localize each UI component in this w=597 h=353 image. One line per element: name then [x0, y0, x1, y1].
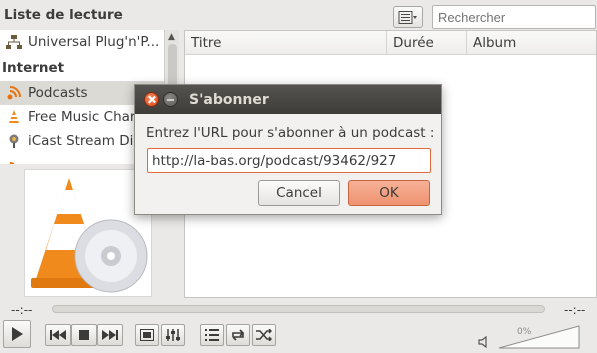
podcast-icon	[9, 162, 15, 164]
play-button[interactable]	[3, 320, 31, 348]
playlist-toggle-button[interactable]	[200, 324, 224, 346]
volume-percent: 0%	[517, 327, 532, 337]
extended-settings-button[interactable]	[161, 324, 185, 346]
shuffle-icon	[256, 329, 272, 341]
minimize-icon[interactable]	[163, 92, 178, 107]
sidebar-category-internet: Internet	[2, 60, 65, 76]
subscribe-dialog: S'abonner Entrez l'URL pour s'abonner à …	[134, 84, 442, 215]
sidebar-item-label: Free Music Charts	[28, 109, 148, 125]
sidebar-item-upnp[interactable]: Universal Plug'n'P...	[0, 30, 164, 54]
vlc-cone-disc-icon	[31, 178, 148, 293]
upnp-network-icon	[6, 35, 22, 49]
dialog-titlebar: S'abonner	[135, 85, 441, 114]
playlist-title: Liste de lecture	[4, 7, 123, 23]
speaker-icon[interactable]	[478, 336, 492, 348]
icast-icon	[9, 134, 19, 148]
column-header-album[interactable]: Album	[467, 31, 596, 55]
playlist-icon	[205, 329, 219, 341]
stop-button[interactable]	[71, 324, 97, 346]
play-icon	[12, 327, 23, 341]
view-mode-button[interactable]	[393, 6, 423, 28]
previous-button[interactable]	[45, 324, 71, 346]
search-input[interactable]	[432, 5, 596, 29]
fullscreen-icon	[140, 329, 154, 341]
column-header-duration[interactable]: Durée	[387, 31, 467, 55]
seek-slider[interactable]	[52, 305, 545, 313]
loop-icon	[232, 329, 245, 341]
elapsed-time: --:--	[11, 303, 33, 317]
fullscreen-button[interactable]	[135, 324, 159, 346]
ok-button[interactable]: OK	[348, 180, 430, 206]
podcast-url-input[interactable]	[147, 148, 431, 173]
dialog-prompt: Entrez l'URL pour s'abonner à un podcast…	[146, 125, 435, 141]
album-art	[24, 169, 152, 297]
remaining-time: --:--	[564, 303, 586, 317]
equalizer-icon	[166, 329, 180, 341]
close-icon[interactable]	[144, 92, 159, 107]
sidebar-item-label: Podcasts	[28, 85, 88, 101]
sidebar-item-label: Universal Plug'n'P...	[28, 34, 160, 50]
scroll-up-icon[interactable]: ▲	[168, 32, 175, 42]
list-view-icon	[398, 11, 417, 24]
podcast-icon	[7, 86, 21, 100]
next-icon	[102, 330, 118, 340]
vlc-cone-icon	[9, 110, 19, 123]
volume-slider[interactable]	[498, 325, 580, 349]
stop-icon	[79, 330, 89, 340]
loop-button[interactable]	[226, 324, 250, 346]
column-header-title[interactable]: Titre	[185, 31, 387, 55]
shuffle-button[interactable]	[252, 324, 276, 346]
cancel-button[interactable]: Cancel	[258, 180, 340, 206]
previous-icon	[50, 330, 66, 340]
dialog-title: S'abonner	[189, 92, 269, 108]
next-button[interactable]	[97, 324, 123, 346]
